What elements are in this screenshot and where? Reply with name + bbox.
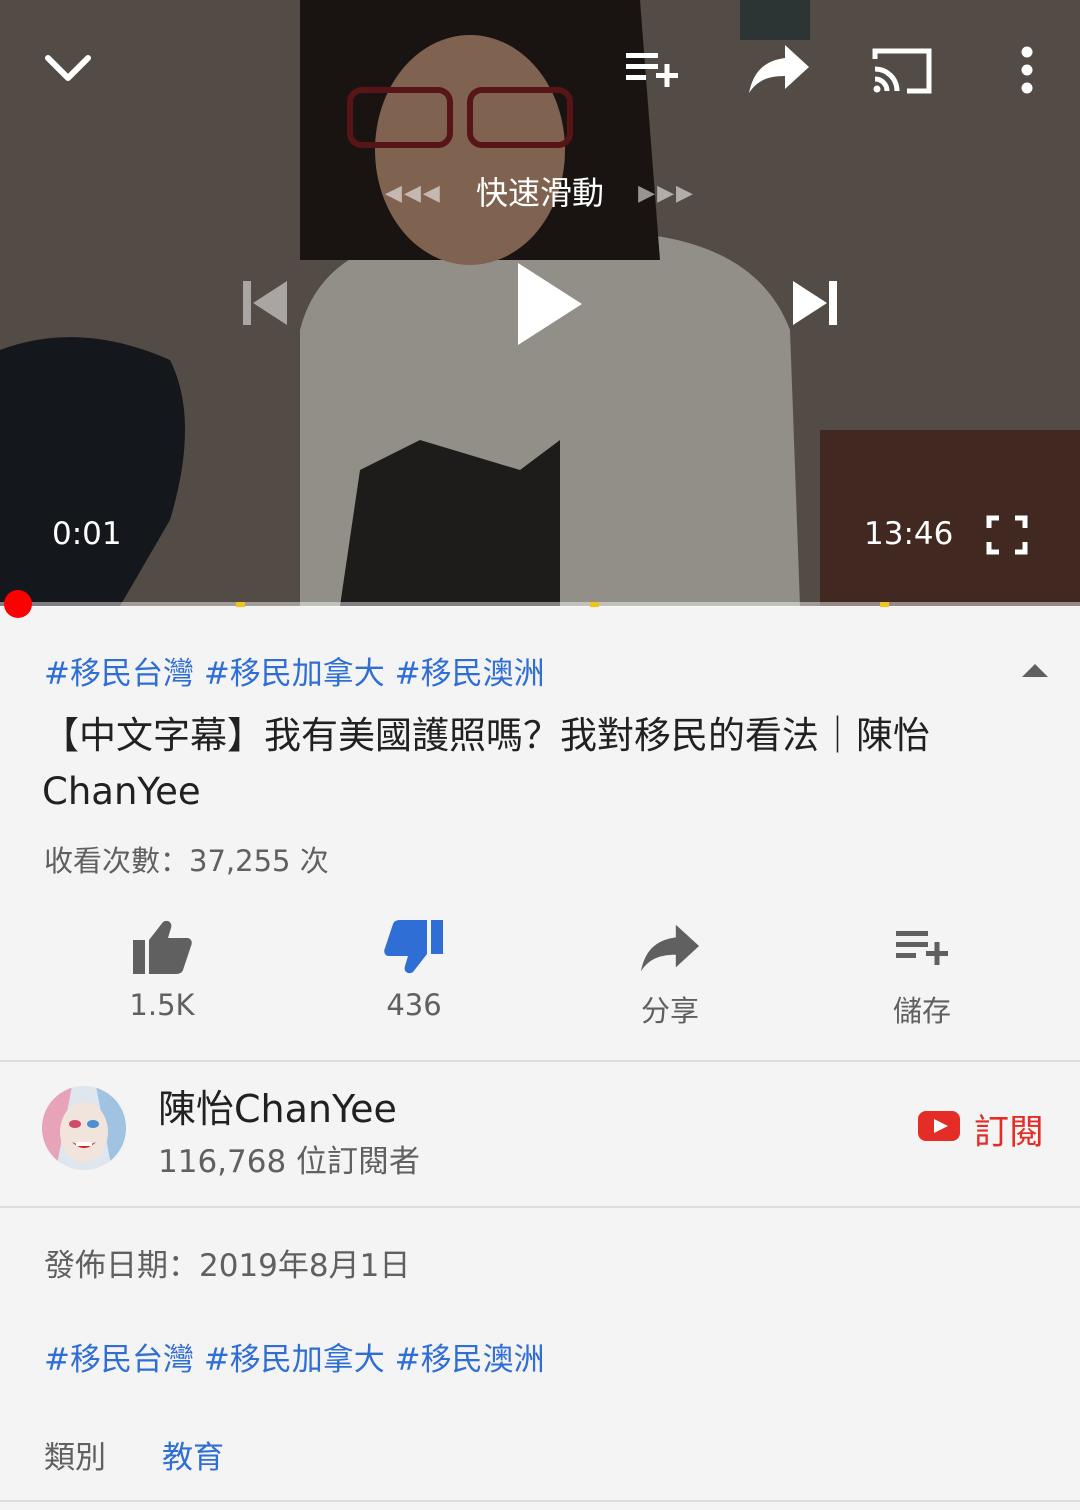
category-link[interactable]: 教育 [162,1432,224,1477]
category-label: 類別 [44,1440,106,1476]
dislike-button[interactable]: 436 [334,912,494,1022]
play-icon[interactable] [500,252,596,356]
thumbs-up-icon [82,912,242,982]
next-video-icon[interactable] [784,272,850,334]
subscriber-count: 116,768 位訂閱者 [158,1144,421,1180]
divider [0,1500,1080,1502]
more-options-icon[interactable] [1004,40,1050,100]
fullscreen-icon[interactable] [982,512,1032,558]
chapter-marker [880,602,889,607]
description-hashtags[interactable]: #移民台灣 #移民加拿大 #移民澳洲 [44,1334,545,1379]
publish-date: 發佈日期：2019年8月1日 [44,1248,411,1284]
forward-arrows-icon: ▶▶▶ [638,181,695,206]
youtube-logo-icon [918,1110,960,1150]
channel-name[interactable]: 陳怡ChanYee [158,1078,397,1133]
chapter-marker [590,602,599,607]
view-count: 收看次數：37,255 次 [44,844,329,878]
save-label: 儲存 [892,994,951,1028]
video-title: 【中文字幕】我有美國護照嗎？我對移民的看法｜陳怡 ChanYee [42,714,930,813]
share-button[interactable]: 分享 [590,912,750,1030]
add-to-playlist-icon [842,912,1002,982]
scrub-hint: ◀◀◀ 快速滑動 ▶▶▶ [0,168,1080,214]
channel-avatar[interactable] [42,1086,126,1170]
subscribe-button[interactable]: 訂閱 [918,1104,1044,1155]
divider [0,1206,1080,1208]
like-button[interactable]: 1.5K [82,912,242,1022]
add-to-queue-icon[interactable] [620,44,684,94]
save-button[interactable]: 儲存 [842,912,1002,1030]
minimize-chevron-down-icon[interactable] [40,40,96,96]
title-hashtags[interactable]: #移民台灣 #移民加拿大 #移民澳洲 [44,648,545,693]
progress-bar[interactable] [0,590,1080,618]
divider [0,1060,1080,1062]
scrub-hint-label: 快速滑動 [475,174,604,212]
collapse-chevron-up-icon[interactable] [1012,652,1058,688]
dislike-count: 436 [386,988,442,1022]
thumbs-down-icon [334,912,494,982]
rewind-arrows-icon: ◀◀◀ [385,181,442,206]
duration: 13:46 [864,516,954,552]
share-arrow-icon [590,912,750,982]
cast-icon[interactable] [866,40,938,100]
video-player[interactable]: ◀◀◀ 快速滑動 ▶▶▶ 0:01 13:46 [0,0,1080,606]
like-count: 1.5K [129,988,195,1022]
previous-video-icon[interactable] [230,272,296,334]
current-time: 0:01 [52,516,122,552]
subscribe-label: 訂閱 [974,1113,1045,1153]
chapter-marker [236,602,245,607]
share-label: 分享 [640,994,699,1028]
share-arrow-icon[interactable] [744,38,814,98]
progress-knob[interactable] [4,590,32,618]
